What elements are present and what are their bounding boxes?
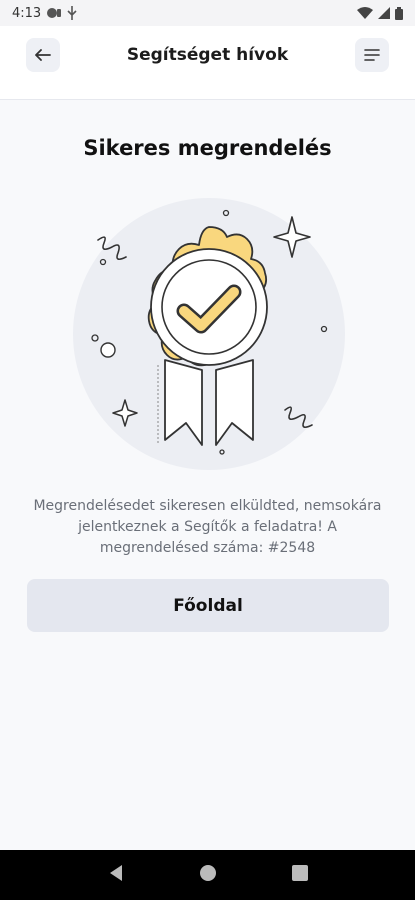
notification-icon — [47, 7, 62, 19]
main-content: Sikeres megrendelés Megrendelésedet sike… — [0, 100, 415, 850]
status-time: 4:13 — [12, 5, 42, 21]
back-button[interactable] — [26, 38, 60, 72]
arrow-left-icon — [35, 46, 51, 65]
menu-button[interactable] — [355, 38, 389, 72]
success-title: Sikeres megrendelés — [83, 136, 332, 160]
menu-icon — [364, 46, 380, 65]
recents-nav-icon[interactable] — [291, 865, 308, 885]
home-button[interactable]: Főoldal — [27, 579, 389, 632]
app-header: Segítséget hívok — [0, 26, 415, 100]
battery-icon — [395, 6, 403, 20]
award-illustration — [70, 195, 348, 473]
signal-icon — [378, 7, 390, 19]
success-message: Megrendelésedet sikeresen elküldted, nem… — [33, 498, 382, 556]
status-bar: 4:13 — [0, 0, 415, 26]
back-nav-icon[interactable] — [108, 864, 124, 886]
usb-icon — [67, 6, 77, 20]
page-header-title: Segítséget hívok — [126, 44, 289, 65]
wifi-icon — [357, 7, 373, 19]
home-nav-icon[interactable] — [199, 864, 217, 886]
system-nav-bar — [0, 850, 415, 900]
